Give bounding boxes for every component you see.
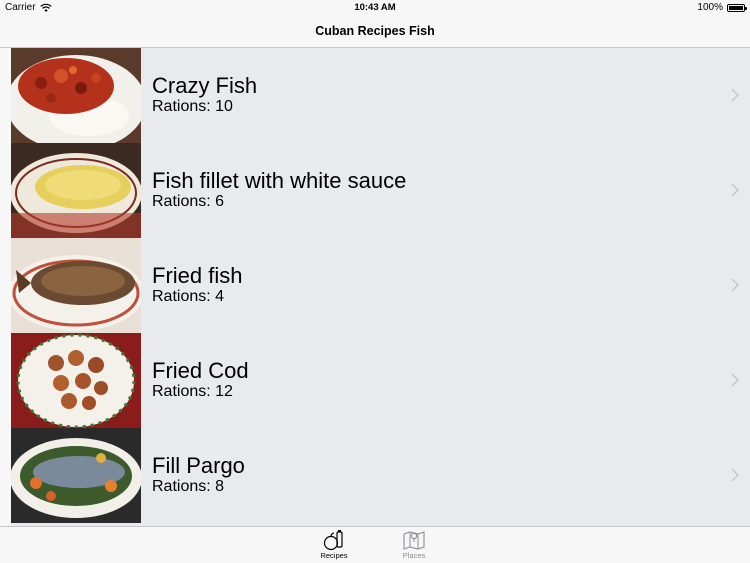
tab-places-label: Places	[402, 551, 426, 560]
chevron-right-icon	[731, 373, 739, 387]
chevron-right-icon	[731, 468, 739, 482]
recipe-thumbnail	[11, 333, 141, 428]
tab-bar: Recipes Places	[0, 526, 750, 563]
recipe-thumbnail	[11, 238, 141, 333]
map-icon	[403, 531, 425, 550]
chevron-right-icon	[731, 278, 739, 292]
recipe-row[interactable]: Fill Pargo Rations: 8	[11, 428, 750, 523]
recipe-name: Fish fillet with white sauce	[152, 168, 407, 193]
navigation-bar: Cuban Recipes Fish	[0, 16, 750, 48]
status-right: 100%	[697, 0, 747, 16]
chevron-right-icon	[731, 183, 739, 197]
recipe-name: Crazy Fish	[152, 73, 258, 98]
tab-recipes[interactable]: Recipes	[309, 529, 359, 560]
recipe-row[interactable]: Fish fillet with white sauce Rations: 6	[11, 143, 750, 238]
battery-icon	[727, 4, 747, 12]
recipe-name: Fried Cod	[152, 358, 249, 383]
status-bar: Carrier 10:43 AM 100%	[0, 0, 750, 16]
status-time: 10:43 AM	[354, 2, 396, 13]
recipe-list[interactable]: Crazy Fish Rations: 10 Fish fillet with …	[11, 48, 750, 526]
recipe-rations: Rations: 4	[152, 288, 225, 305]
recipe-thumbnail	[11, 428, 141, 523]
recipe-row[interactable]: Fried fish Rations: 4	[11, 238, 750, 333]
recipe-name: Fried fish	[152, 263, 243, 288]
chevron-right-icon	[731, 88, 739, 102]
recipes-icon	[323, 530, 343, 551]
recipe-row[interactable]: Fried Cod Rations: 12	[11, 333, 750, 428]
tab-places[interactable]: Places	[389, 529, 439, 560]
recipe-rations: Rations: 6	[152, 193, 225, 210]
recipe-row[interactable]: Crazy Fish Rations: 10	[11, 48, 750, 143]
page-title: Cuban Recipes Fish	[315, 24, 435, 38]
tab-recipes-label: Recipes	[320, 551, 348, 560]
recipe-thumbnail	[11, 48, 141, 143]
battery-percent: 100%	[697, 2, 723, 13]
recipe-rations: Rations: 8	[152, 478, 225, 495]
recipe-rations: Rations: 10	[152, 98, 233, 115]
recipe-thumbnail	[11, 143, 141, 238]
recipe-rations: Rations: 12	[152, 383, 233, 400]
recipe-name: Fill Pargo	[152, 453, 245, 478]
